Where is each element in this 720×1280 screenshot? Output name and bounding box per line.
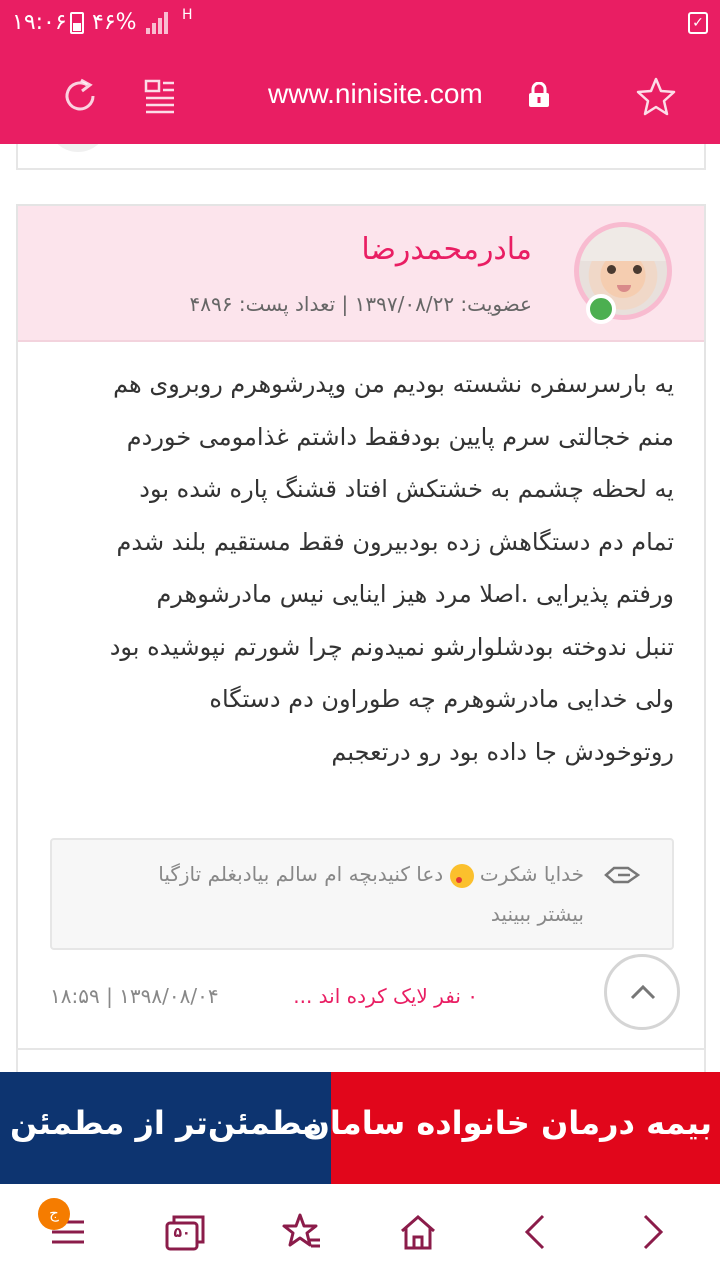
- post-card: مادرمحمدرضا عضویت: ۱۳۹۷/۰۸/۲۲ | تعداد پس…: [16, 204, 706, 1072]
- post-date: ۱۸:۵۹ | ۱۳۹۸/۰۸/۰۴: [50, 984, 219, 1008]
- status-bar: ۱۹:۰۶ ۴۶% H ✓: [0, 0, 720, 46]
- bookmarks-star-icon[interactable]: [282, 1212, 322, 1252]
- scroll-to-top-button[interactable]: [604, 954, 680, 1030]
- reader-mode-icon[interactable]: [144, 78, 176, 114]
- url-text[interactable]: www.ninisite.com: [268, 78, 483, 110]
- browser-bottom-nav: ج ۵۰: [0, 1184, 720, 1280]
- previous-post-card: [16, 144, 706, 170]
- signature-text: خدایا شکرت دعا کنیدبچه ام سالم بیادبغلم …: [64, 854, 584, 934]
- signal-icon: [146, 12, 172, 34]
- post-body: یه بارسرسفره نشسته بودیم من وپدرشوهرم رو…: [48, 358, 674, 778]
- see-more-link[interactable]: بیشتر ببینید: [64, 894, 584, 934]
- page-content: مادرمحمدرضا عضویت: ۱۳۹۷/۰۸/۲۲ | تعداد پس…: [0, 144, 720, 1072]
- reload-icon[interactable]: [60, 76, 100, 116]
- bookmark-star-icon[interactable]: [636, 76, 676, 116]
- notification-check-icon: ✓: [688, 12, 708, 34]
- home-icon[interactable]: [398, 1212, 438, 1252]
- ad-right-panel[interactable]: بیمه درمان خانواده سامان: [303, 1072, 720, 1184]
- post-line: منم خجالتی سرم پایین بودفقط داشتم غذاموم…: [126, 422, 674, 451]
- likes-link[interactable]: ۰ نفر لایک کرده اند ...: [293, 984, 478, 1008]
- post-line: روتوخودش جا داده بود رو درتعجبم: [331, 737, 674, 766]
- ad-headline: بیمه درمان خانواده سامان: [302, 1104, 712, 1142]
- browser-toolbar: www.ninisite.com: [0, 46, 720, 144]
- network-type: H: [182, 7, 193, 23]
- back-arrow-icon[interactable]: [516, 1212, 556, 1252]
- tabs-count: ۵۰: [173, 1225, 191, 1241]
- avatar-placeholder: [48, 144, 108, 152]
- status-time: ۱۹:۰۶: [12, 10, 67, 35]
- menu-badge: ج: [38, 1198, 70, 1230]
- battery-icon: [70, 12, 84, 34]
- ad-left-panel[interactable]: مطمئن‌تر از مطمئن: [0, 1072, 331, 1184]
- signature-part: خدایا شکرت: [479, 862, 584, 886]
- author-meta: عضویت: ۱۳۹۷/۰۸/۲۲ | تعداد پست: ۴۸۹۶: [189, 292, 532, 316]
- tabs-button[interactable]: ۵۰: [164, 1212, 206, 1254]
- post-author-name[interactable]: مادرمحمدرضا: [361, 232, 532, 267]
- kiss-emoji-icon: [449, 863, 474, 888]
- next-post-card: [16, 1048, 706, 1072]
- post-header: مادرمحمدرضا عضویت: ۱۳۹۷/۰۸/۲۲ | تعداد پس…: [18, 206, 704, 342]
- chevron-up-icon: [630, 984, 656, 1000]
- post-line: تنبل ندوخته بودشلوارشو نمیدونم چرا شورتم…: [109, 632, 674, 661]
- post-line: یه بارسرسفره نشسته بودیم من وپدرشوهرم رو…: [113, 370, 674, 398]
- lock-icon: [529, 82, 549, 107]
- online-status-dot: [586, 294, 616, 324]
- signature-pen-icon: [604, 866, 640, 884]
- post-line: تمام دم دستگاهش زده بودبیرون فقط مستقیم …: [116, 527, 674, 556]
- signature-part: دعا کنیدبچه ام سالم بیادبغلم تازگیا: [158, 862, 444, 886]
- battery-percent: ۴۶%: [92, 10, 137, 35]
- forward-arrow-icon[interactable]: [632, 1212, 672, 1252]
- ad-banner[interactable]: مطمئن‌تر از مطمئن بیمه درمان خانواده سام…: [0, 1072, 720, 1184]
- post-line: ورفتم پذیرایی .اصلا مرد هیز اینایی نیس م…: [156, 580, 674, 608]
- ad-slogan: مطمئن‌تر از مطمئن: [10, 1104, 323, 1142]
- post-line: یه لحظه چشمم به خشتکش افتاد قشنگ پاره شد…: [139, 475, 674, 503]
- post-line: ولی خدایی مادرشوهرم چه طوراون دم دستگاه: [209, 685, 674, 713]
- signature-box: خدایا شکرت دعا کنیدبچه ام سالم بیادبغلم …: [50, 838, 674, 950]
